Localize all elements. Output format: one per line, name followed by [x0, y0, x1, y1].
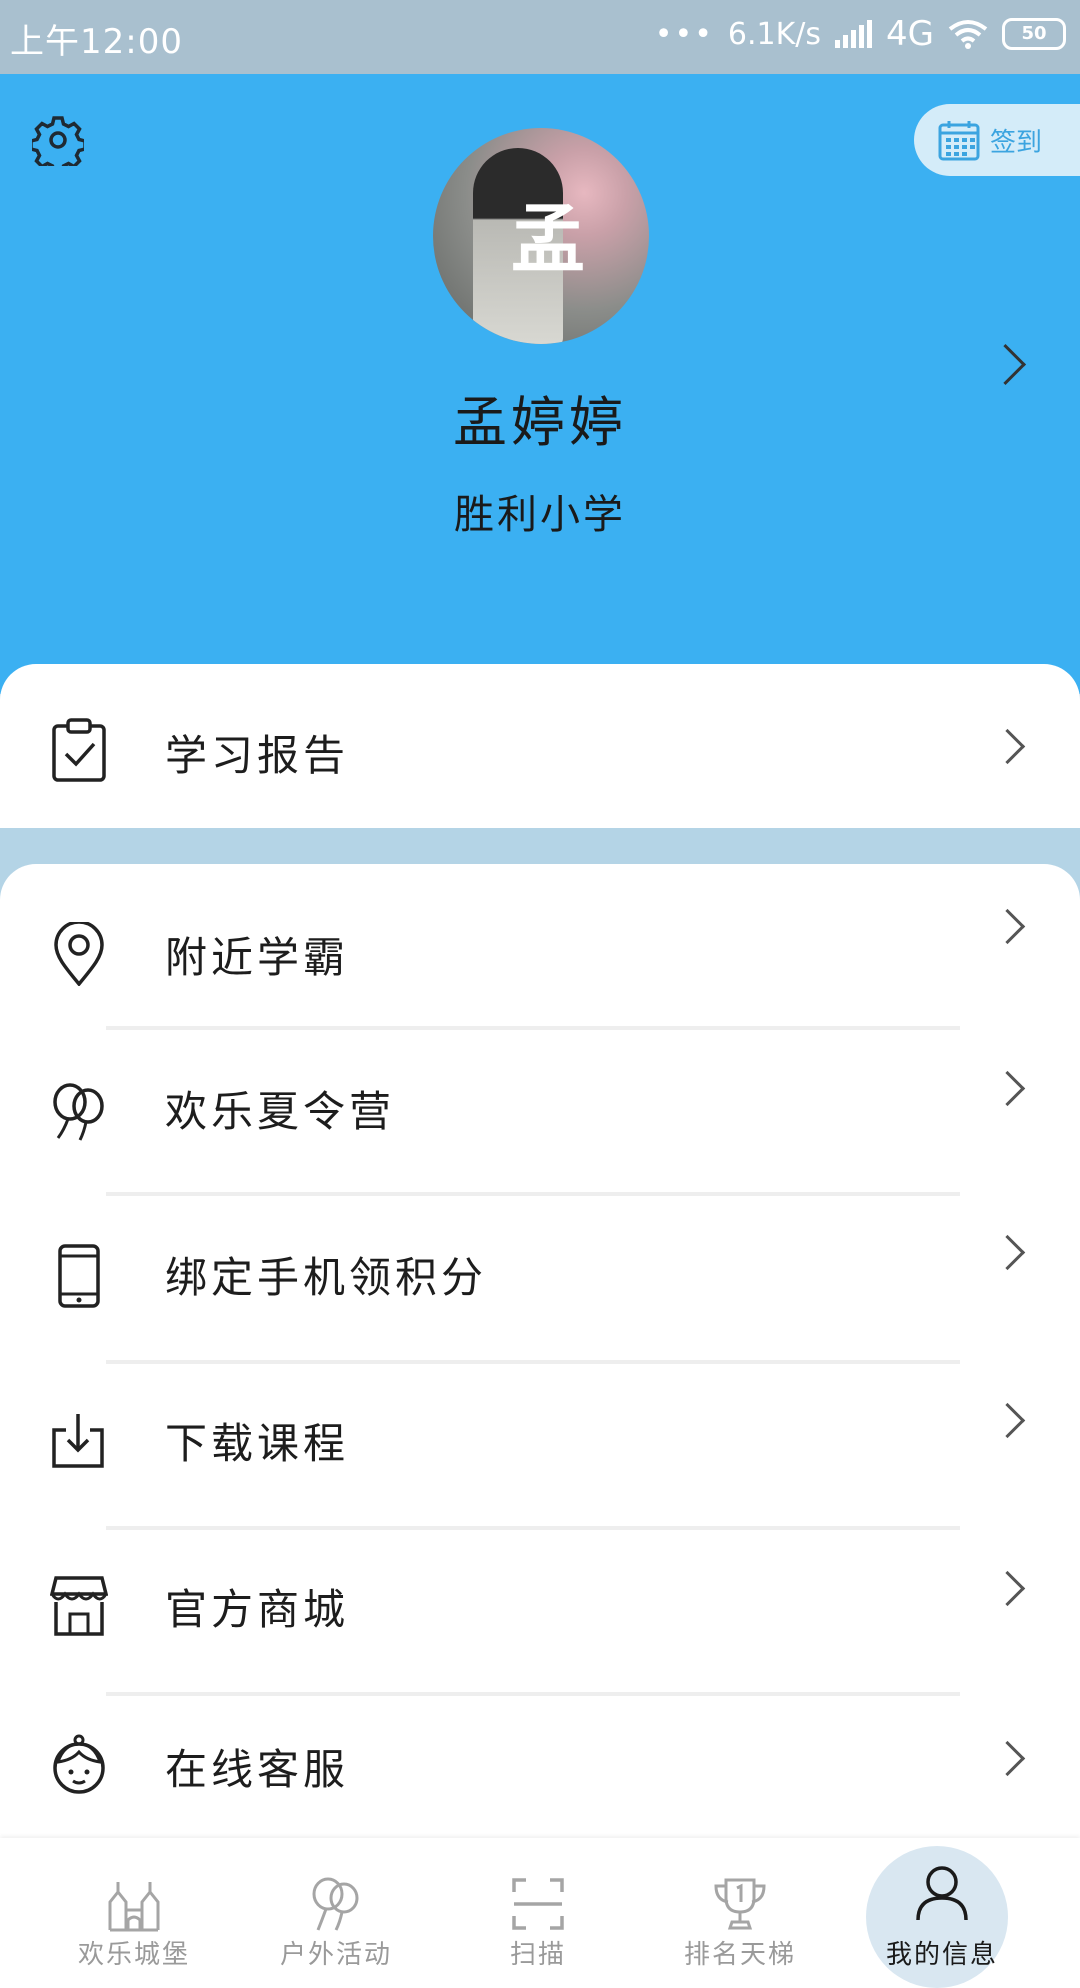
nav-label: 欢乐城堡 — [77, 1940, 190, 1970]
balloons-icon — [312, 1877, 359, 1931]
customer-service-icon — [53, 1734, 105, 1794]
nav-tab-my-info[interactable]: 我的信息 — [842, 1838, 1042, 1988]
menu-item-summer-camp[interactable]: 欢乐夏令营 — [0, 1038, 1080, 1198]
menu-item-label: 在线客服 — [165, 1745, 350, 1794]
scan-icon — [512, 1878, 564, 1930]
chevron-right-icon — [989, 728, 1026, 765]
network-speed: 6.1K/s — [727, 16, 822, 52]
menu-item-official-store[interactable]: 官方商城 — [0, 1536, 1080, 1696]
chevron-right-icon — [989, 1570, 1026, 1607]
report-card: 学习报告 — [0, 664, 1080, 828]
divider — [106, 1360, 960, 1364]
signal-icon — [835, 20, 873, 48]
nav-label: 我的信息 — [885, 1940, 998, 1970]
gear-icon[interactable] — [32, 114, 84, 166]
menu-card: 附近学霸 欢乐夏令营 绑定手机领积分 下载课程 官方商城 在线客服 — [0, 864, 1080, 1844]
menu-item-label: 学习报告 — [165, 731, 350, 780]
wifi-icon — [948, 20, 988, 49]
chevron-right-icon — [989, 1234, 1026, 1271]
nav-tab-ranking[interactable]: 排名天梯 — [640, 1838, 840, 1988]
chevron-right-icon — [989, 1402, 1026, 1439]
nav-tab-castle[interactable]: 欢乐城堡 — [34, 1838, 234, 1988]
menu-item-download-courses[interactable]: 下载课程 — [0, 1370, 1080, 1530]
nav-label: 扫描 — [509, 1940, 566, 1970]
nav-tab-outdoor[interactable]: 户外活动 — [236, 1838, 436, 1988]
menu-item-label: 欢乐夏令营 — [165, 1087, 396, 1136]
balloons-icon — [53, 1083, 104, 1141]
nav-label: 户外活动 — [279, 1940, 392, 1970]
avatar[interactable]: 孟 — [433, 128, 649, 344]
battery-icon: 50 — [1002, 18, 1066, 50]
trophy-icon — [714, 1878, 766, 1930]
download-icon — [52, 1414, 104, 1468]
school-name: 胜利小学 — [454, 492, 626, 538]
phone-icon — [58, 1244, 100, 1308]
user-icon — [916, 1866, 968, 1920]
avatar-seal: 孟 — [511, 197, 585, 283]
divider — [106, 1692, 960, 1696]
notification-dots-icon: ••• — [654, 16, 714, 52]
castle-icon — [108, 1882, 160, 1932]
chevron-right-icon — [989, 1070, 1026, 1107]
menu-item-online-service[interactable]: 在线客服 — [0, 1700, 1080, 1860]
menu-item-label: 绑定手机领积分 — [165, 1253, 488, 1302]
chevron-right-icon — [989, 908, 1026, 945]
status-time: 上午12:00 — [10, 22, 183, 62]
menu-item-bind-phone[interactable]: 绑定手机领积分 — [0, 1202, 1080, 1362]
profile-header: 签到 孟 孟婷婷 胜利小学 — [0, 74, 1080, 694]
location-pin-icon — [54, 922, 104, 986]
nav-label: 排名天梯 — [683, 1940, 796, 1970]
calendar-icon — [938, 121, 980, 161]
store-icon — [50, 1576, 108, 1636]
checkin-button[interactable]: 签到 — [914, 104, 1080, 176]
menu-item-label: 下载课程 — [165, 1419, 350, 1468]
menu-item-label: 官方商城 — [165, 1585, 350, 1634]
network-type: 4G — [886, 14, 934, 54]
clipboard-check-icon — [52, 718, 106, 782]
divider — [106, 1192, 960, 1196]
menu-item-study-report[interactable]: 学习报告 — [0, 664, 1080, 824]
user-name: 孟婷婷 — [453, 391, 627, 454]
divider — [106, 1526, 960, 1530]
divider — [106, 1026, 960, 1030]
chevron-right-icon — [989, 1740, 1026, 1777]
nav-tab-scan[interactable]: 扫描 — [438, 1838, 638, 1988]
status-indicators: ••• 6.1K/s 4G 50 — [655, 14, 1066, 54]
checkin-label: 签到 — [990, 127, 1043, 158]
menu-item-nearby[interactable]: 附近学霸 — [0, 874, 1080, 1034]
status-bar: 上午12:00 ••• 6.1K/s 4G 50 — [0, 0, 1080, 74]
bottom-navigation: 欢乐城堡 户外活动 扫描 排名天梯 我的信息 — [0, 1838, 1080, 1988]
menu-item-label: 附近学霸 — [165, 933, 350, 982]
